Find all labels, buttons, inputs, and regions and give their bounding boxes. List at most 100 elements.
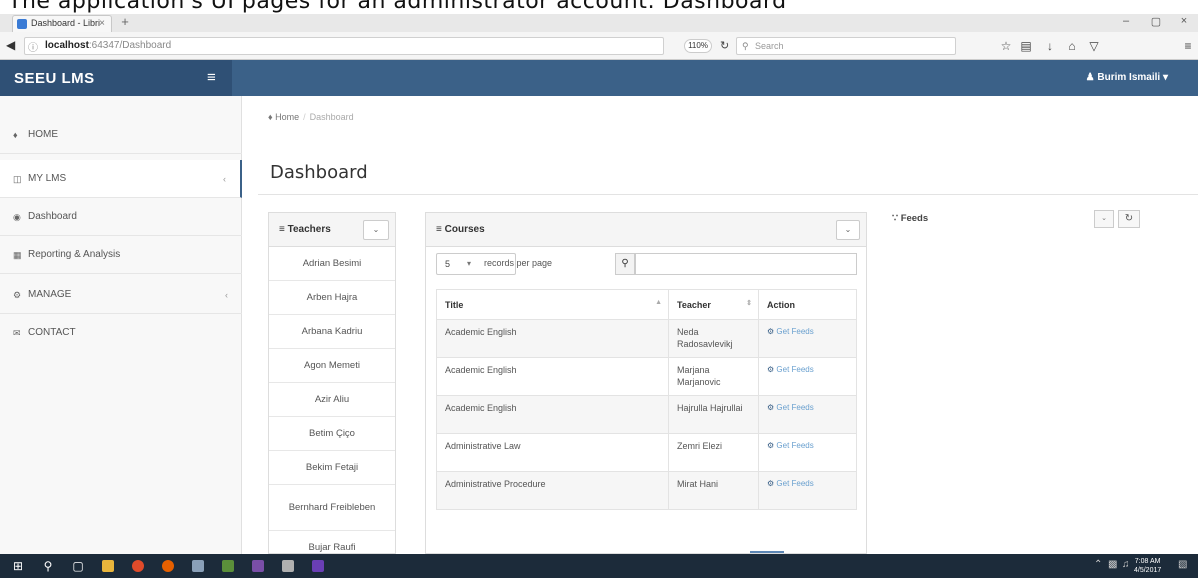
teachers-panel-header: ≡ Teachers ⌄ bbox=[269, 213, 395, 247]
user-name: Burim Ismaili bbox=[1097, 72, 1161, 83]
rss-icon: ∵ bbox=[892, 213, 901, 224]
teacher-item[interactable]: Arbana Kadriu bbox=[269, 315, 395, 349]
pocket-icon[interactable]: ▽ bbox=[1086, 39, 1102, 53]
course-title: Academic English bbox=[436, 395, 669, 434]
sidebar-item-contact[interactable]: ✉ CONTACT bbox=[0, 314, 242, 352]
browser-tab[interactable]: Dashboard - Libri × bbox=[12, 15, 112, 32]
user-menu[interactable]: ♟ Burim Ismaili ▾ bbox=[1086, 72, 1168, 83]
sidebar-item-manage[interactable]: ⚙ MANAGE ‹ bbox=[0, 276, 242, 314]
get-feeds-link[interactable]: ⚙ Get Feeds bbox=[758, 319, 857, 358]
url-path: :64347/Dashboard bbox=[88, 40, 172, 51]
address-bar[interactable]: localhost:64347/Dashboard bbox=[24, 37, 664, 55]
table-row: Administrative Procedure Mirat Hani ⚙ Ge… bbox=[436, 471, 857, 510]
sidebar-item-label: CONTACT bbox=[28, 327, 76, 338]
hamburger-icon[interactable]: ≡ bbox=[207, 69, 216, 86]
url-host: localhost bbox=[45, 40, 89, 51]
sidebar-item-label: Reporting & Analysis bbox=[28, 249, 121, 260]
courses-dropdown-button[interactable]: ⌄ bbox=[836, 220, 860, 240]
notifications-icon[interactable]: ▧ bbox=[1178, 559, 1187, 570]
caption-text: The application's UI pages for an admini… bbox=[8, 0, 787, 14]
get-feeds-link[interactable]: ⚙ Get Feeds bbox=[758, 433, 857, 472]
home-browser-icon[interactable]: ⌂ bbox=[1064, 39, 1080, 53]
search-icon[interactable]: ⚲ bbox=[40, 558, 56, 574]
courses-title-text: Courses bbox=[444, 224, 485, 235]
records-per-page-label: records per page bbox=[484, 258, 553, 268]
breadcrumb-current: Dashboard bbox=[309, 112, 354, 122]
back-arrow-icon[interactable]: ◀ bbox=[6, 38, 15, 52]
bookmark-star-icon[interactable]: ☆ bbox=[998, 39, 1014, 53]
teacher-item[interactable]: Agon Memeti bbox=[269, 349, 395, 383]
sidebar-item-dashboard[interactable]: ◉ Dashboard bbox=[0, 198, 242, 236]
teacher-item[interactable]: Adrian Besimi bbox=[269, 247, 395, 281]
task-view-icon[interactable]: ▢ bbox=[70, 558, 86, 574]
course-title: Administrative Procedure bbox=[436, 471, 669, 510]
sidebar-item-home[interactable]: ♦ HOME bbox=[0, 116, 242, 154]
chevron-down-icon: ▾ bbox=[467, 259, 472, 268]
teacher-item[interactable]: Arben Hajra bbox=[269, 281, 395, 315]
taskbar-clock[interactable]: 7:08 AM 4/5/2017 bbox=[1134, 557, 1161, 575]
volume-icon[interactable]: ♫ bbox=[1122, 559, 1130, 570]
browser-search-input[interactable]: ⚲ Search bbox=[736, 37, 956, 55]
network-icon[interactable]: ▩ bbox=[1108, 559, 1117, 570]
get-feeds-link[interactable]: ⚙ Get Feeds bbox=[758, 395, 857, 434]
feeds-collapse-button[interactable]: ⌄ bbox=[1094, 210, 1114, 228]
info-icon[interactable]: ⓘ bbox=[28, 39, 38, 54]
column-header-title[interactable]: Title ▲ bbox=[436, 289, 669, 320]
sidebar-item-reporting[interactable]: ▦ Reporting & Analysis bbox=[0, 236, 242, 274]
gear-icon: ⚙ bbox=[767, 365, 777, 374]
chrome-icon[interactable] bbox=[132, 560, 144, 572]
file-explorer-icon[interactable] bbox=[102, 560, 114, 572]
teachers-title-text: Teachers bbox=[287, 224, 331, 235]
teacher-item[interactable]: Betim Çiço bbox=[269, 417, 395, 451]
browser-tab-title: Dashboard - Libri bbox=[31, 18, 101, 28]
sidebar-item-label: Dashboard bbox=[28, 211, 77, 222]
teachers-title: ≡ Teachers bbox=[279, 224, 331, 235]
column-header-teacher[interactable]: Teacher ⇕ bbox=[668, 289, 759, 320]
maximize-button[interactable]: ▢ bbox=[1146, 15, 1166, 28]
teacher-item[interactable]: Bernhard Freibleben bbox=[269, 485, 395, 531]
teachers-dropdown-button[interactable]: ⌄ bbox=[363, 220, 389, 240]
home-icon: ♦ bbox=[13, 130, 18, 140]
app-icon[interactable] bbox=[282, 560, 294, 572]
brand-name[interactable]: SEEU LMS bbox=[14, 70, 95, 87]
teacher-item[interactable]: Bekim Fetaji bbox=[269, 451, 395, 485]
course-teacher: Zemri Elezi bbox=[668, 433, 759, 472]
sidebar-item-my-lms[interactable]: ◫ MY LMS ‹ bbox=[0, 160, 242, 198]
minimize-button[interactable]: – bbox=[1116, 15, 1136, 27]
course-teacher: Hajrulla Hajrullai bbox=[668, 395, 759, 434]
courses-search-input[interactable] bbox=[635, 253, 857, 275]
tray-chevron-icon[interactable]: ⌃ bbox=[1094, 559, 1102, 570]
reload-icon[interactable]: ↻ bbox=[720, 39, 729, 52]
chevron-left-icon: ‹ bbox=[225, 290, 228, 300]
gear-icon: ⚙ bbox=[767, 403, 777, 412]
records-per-page-value: 5 bbox=[445, 259, 451, 269]
search-icon: ⚲ bbox=[742, 41, 749, 51]
app-icon[interactable] bbox=[222, 560, 234, 572]
new-tab-button[interactable]: + bbox=[118, 15, 132, 30]
vs-code-icon[interactable] bbox=[312, 560, 324, 572]
menu-icon[interactable]: ≡ bbox=[1180, 39, 1196, 53]
windows-start-icon[interactable]: ⊞ bbox=[10, 558, 26, 574]
page-caption: The application's UI pages for an admini… bbox=[0, 0, 1198, 14]
refresh-icon[interactable]: ↻ bbox=[1118, 210, 1140, 228]
visual-studio-icon[interactable] bbox=[252, 560, 264, 572]
clock-date: 4/5/2017 bbox=[1134, 567, 1162, 574]
zoom-indicator[interactable]: 110% bbox=[684, 39, 712, 53]
browser-tab-bar: Dashboard - Libri × + – ▢ × bbox=[0, 14, 1198, 32]
user-caret-icon: ▾ bbox=[1162, 72, 1168, 83]
app-icon[interactable] bbox=[192, 560, 204, 572]
get-feeds-link[interactable]: ⚙ Get Feeds bbox=[758, 471, 857, 510]
home-icon: ♦ bbox=[268, 112, 273, 122]
teacher-item[interactable]: Azir Aliu bbox=[269, 383, 395, 417]
firefox-icon[interactable] bbox=[162, 560, 174, 572]
get-feeds-link[interactable]: ⚙ Get Feeds bbox=[758, 357, 857, 396]
teacher-item[interactable]: Bujar Raufi bbox=[269, 531, 395, 553]
download-icon[interactable]: ↓ bbox=[1042, 39, 1058, 53]
gear-icon: ⚙ bbox=[767, 479, 777, 488]
library-icon[interactable]: ▤ bbox=[1018, 39, 1034, 53]
sidebar-item-label: MY LMS bbox=[28, 173, 67, 184]
breadcrumb-home[interactable]: Home bbox=[275, 112, 299, 122]
tab-close-icon[interactable]: × bbox=[99, 16, 105, 31]
search-icon[interactable]: ⚲ bbox=[615, 253, 635, 275]
window-close-button[interactable]: × bbox=[1174, 15, 1194, 27]
